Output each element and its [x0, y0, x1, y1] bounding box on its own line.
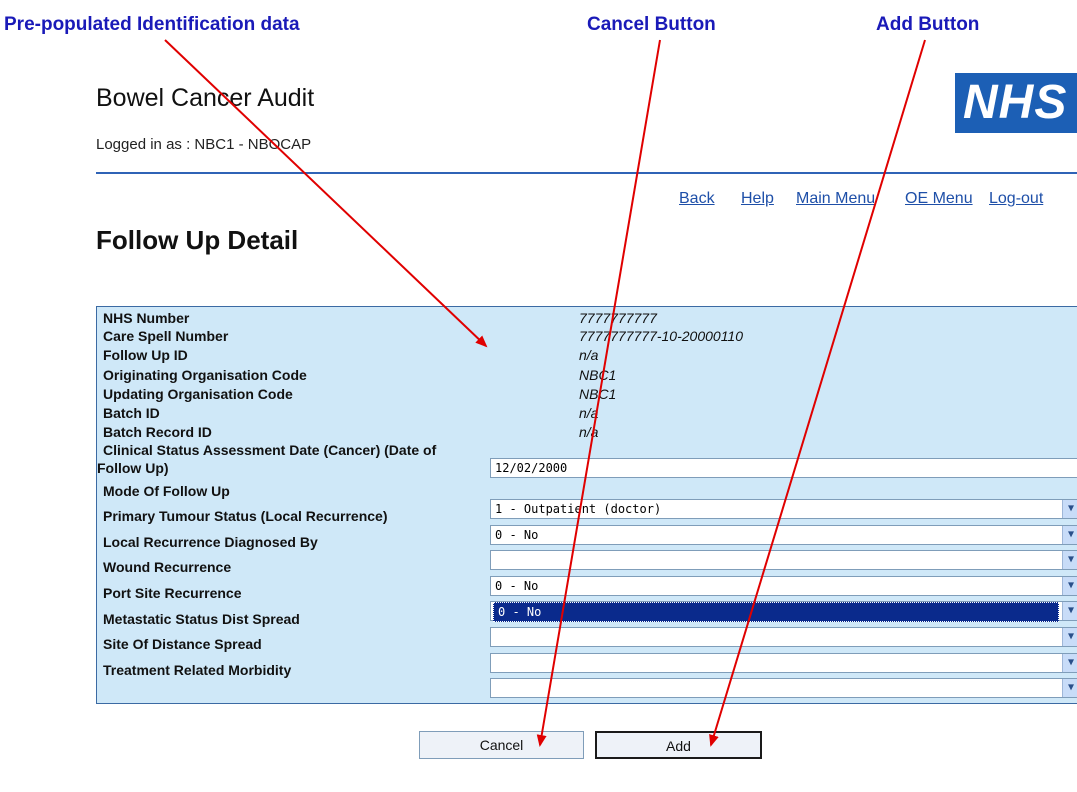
header-divider: [96, 172, 1077, 174]
label-batch-id: Batch ID: [103, 405, 160, 421]
label-originating-org-code: Originating Organisation Code: [103, 367, 307, 383]
select-value: 0 - No: [495, 579, 539, 593]
chevron-down-icon[interactable]: ▼: [1062, 602, 1077, 620]
cancel-button[interactable]: Cancel: [419, 731, 584, 759]
select-value: 1 - Outpatient (doctor): [495, 502, 662, 516]
callout-prepopulated: Pre-populated Identification data: [4, 14, 300, 35]
value-follow-up-id: n/a: [579, 347, 599, 363]
treatment-related-morbidity-select[interactable]: ▼: [490, 678, 1077, 698]
port-site-recurrence-select[interactable]: 0 - No ▼: [490, 601, 1077, 622]
value-nhs-number: 7777777777: [579, 310, 657, 326]
label-metastatic-status: Metastatic Status Dist Spread: [103, 611, 300, 627]
local-recurrence-diagnosed-by-select[interactable]: ▼: [490, 550, 1077, 570]
add-button[interactable]: Add: [595, 731, 762, 759]
label-treatment-related-morbidity: Treatment Related Morbidity: [103, 662, 292, 678]
value-batch-id: n/a: [579, 405, 599, 421]
select-value: 0 - No: [493, 602, 1059, 622]
nav-logout-link[interactable]: Log-out: [989, 190, 1043, 208]
callout-add-button: Add Button: [876, 14, 980, 35]
label-updating-org-code: Updating Organisation Code: [103, 386, 293, 402]
chevron-down-icon[interactable]: ▼: [1062, 679, 1077, 697]
app-title: Bowel Cancer Audit: [96, 84, 315, 112]
primary-tumour-status-select[interactable]: 0 - No ▼: [490, 525, 1077, 545]
label-port-site-recurrence: Port Site Recurrence: [103, 585, 242, 601]
nav-help-link[interactable]: Help: [741, 190, 774, 208]
chevron-down-icon[interactable]: ▼: [1062, 500, 1077, 518]
select-value: 0 - No: [495, 528, 539, 542]
chevron-down-icon[interactable]: ▼: [1062, 551, 1077, 569]
callout-cancel-button: Cancel Button: [587, 14, 716, 35]
label-local-recurrence-diagnosed-by: Local Recurrence Diagnosed By: [103, 534, 318, 550]
mode-of-follow-up-select[interactable]: 1 - Outpatient (doctor) ▼: [490, 499, 1077, 519]
value-batch-record-id: n/a: [579, 424, 599, 440]
label-assessment-date-line2: Follow Up): [97, 460, 169, 476]
metastatic-status-select[interactable]: ▼: [490, 627, 1077, 647]
value-care-spell-number: 7777777777-10-20000110: [579, 328, 744, 344]
label-care-spell-number: Care Spell Number: [103, 328, 229, 344]
logged-in-status: Logged in as : NBC1 - NBOCAP: [96, 136, 312, 153]
value-originating-org-code: NBC1: [579, 367, 617, 383]
value-updating-org-code: NBC1: [579, 386, 617, 402]
nav-back-link[interactable]: Back: [679, 190, 715, 208]
label-wound-recurrence: Wound Recurrence: [103, 559, 232, 575]
nhs-logo: NHS: [955, 73, 1077, 133]
nav-oe-menu-link[interactable]: OE Menu: [905, 190, 973, 208]
wound-recurrence-select[interactable]: 0 - No ▼: [490, 576, 1077, 596]
label-follow-up-id: Follow Up ID: [103, 347, 188, 363]
page-title: Follow Up Detail: [96, 225, 299, 255]
label-site-of-distance-spread: Site Of Distance Spread: [103, 636, 262, 652]
label-mode-of-follow-up: Mode Of Follow Up: [103, 483, 230, 499]
chevron-down-icon[interactable]: ▼: [1062, 654, 1077, 672]
site-of-distance-spread-select[interactable]: ▼: [490, 653, 1077, 673]
label-primary-tumour-status: Primary Tumour Status (Local Recurrence): [103, 508, 388, 524]
label-batch-record-id: Batch Record ID: [103, 424, 212, 440]
label-nhs-number: NHS Number: [103, 310, 190, 326]
nav-main-menu-link[interactable]: Main Menu: [796, 190, 875, 208]
chevron-down-icon[interactable]: ▼: [1062, 577, 1077, 595]
chevron-down-icon[interactable]: ▼: [1062, 526, 1077, 544]
assessment-date-input[interactable]: 12/02/2000: [490, 458, 1077, 478]
chevron-down-icon[interactable]: ▼: [1062, 628, 1077, 646]
label-assessment-date-line1: Clinical Status Assessment Date (Cancer)…: [103, 442, 437, 458]
